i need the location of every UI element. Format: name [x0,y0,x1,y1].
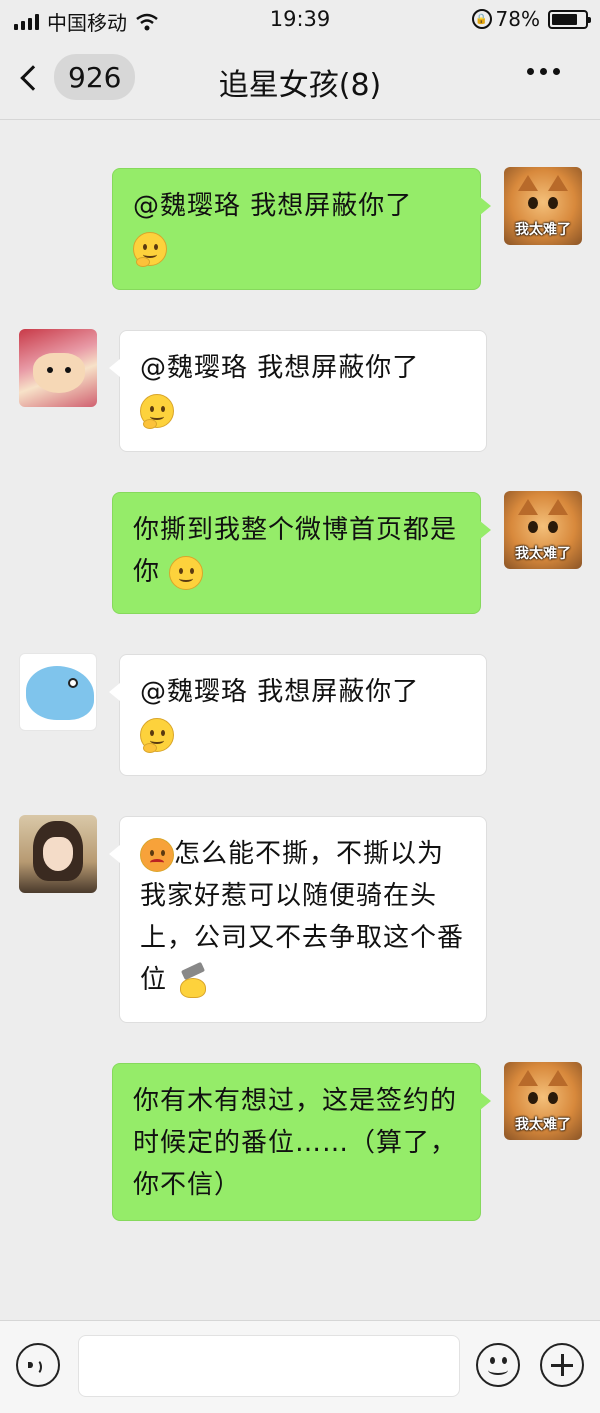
message-text: @魏璎珞 我想屏蔽你了 [140,677,420,707]
emoji-icon[interactable] [476,1343,520,1387]
message-bubble[interactable]: 你有木有想过，这是签约的时候定的番位……（算了，你不信） [112,1063,491,1221]
rotation-lock-icon: 🔒 [471,9,492,29]
message-bubble[interactable]: @魏璎珞 我想屏蔽你了 [109,654,487,776]
smile-emoji-icon [169,555,204,590]
chat-input-bar [0,1320,600,1413]
more-dots-icon [527,68,534,75]
unread-count-badge: 926 [54,54,136,100]
angry-emoji-icon [140,837,174,872]
message-text: @魏璎珞 我想屏蔽你了 [140,353,420,383]
more-dot [553,68,560,75]
chevron-left-icon [20,65,46,91]
hammer-emoji-icon [176,961,210,998]
battery-icon [548,9,591,29]
battery-fill [552,13,577,25]
message-bubble[interactable]: @魏璎珞 我想屏蔽你了 [112,168,491,290]
thinking-emoji-icon [140,717,174,753]
status-bar: 中国移动 19:39 🔒 78% [0,0,600,38]
avatar-caption: 我太难了 [515,222,571,238]
plus-icon[interactable] [540,1343,584,1387]
dolphin-avatar[interactable] [19,653,97,731]
message-text: @魏璎珞 我想屏蔽你了 [133,191,413,221]
message-bubble[interactable]: @魏璎珞 我想屏蔽你了 [109,330,487,452]
message-bubble[interactable]: 你撕到我整个微博首页都是你 [112,492,491,614]
message-input[interactable] [78,1335,460,1397]
avatar-caption: 我太难了 [515,1117,571,1133]
avatar[interactable]: 我太难了 [504,167,582,245]
voice-icon[interactable] [16,1343,60,1387]
status-right: 🔒 78% [471,7,591,31]
back-button[interactable]: 926 [20,54,136,100]
more-dot [540,68,547,75]
chat-nav-bar: 926 追星女孩(8) [0,38,600,120]
thinking-emoji-icon [140,393,174,429]
avatar-caption: 我太难了 [515,546,571,562]
message-bubble[interactable]: 怎么能不撕，不撕以为我家好惹可以随便骑在头上，公司又不去争取这个番位 [109,816,487,1023]
avatar[interactable]: 我太难了 [504,1062,582,1140]
thinking-emoji-icon [133,231,167,267]
battery-percent: 78% [495,7,540,31]
anime-girl-avatar[interactable] [19,815,97,893]
message-text: 你有木有想过，这是签约的时候定的番位……（算了，你不信） [133,1086,458,1200]
avatar[interactable]: 我太难了 [504,491,582,569]
crayon-shin-chan-avatar[interactable] [19,329,97,407]
more-button[interactable] [527,68,560,75]
